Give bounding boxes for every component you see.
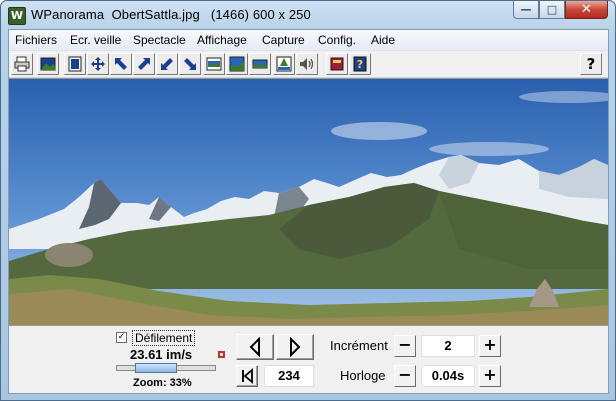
panorama-wide-icon[interactable]	[249, 53, 271, 75]
triangle-right-icon	[290, 337, 301, 357]
title-bar[interactable]: W WPanorama ObertSattla.jpg (1466) 600 x…	[1, 1, 615, 28]
menu-affichage[interactable]: Affichage	[197, 33, 247, 47]
svg-text:?: ?	[357, 58, 363, 71]
help-button[interactable]: ?	[580, 53, 602, 75]
zoom-slider[interactable]	[116, 363, 216, 373]
menu-spectacle[interactable]: Spectacle	[133, 33, 186, 47]
frame-number-field[interactable]: 234	[264, 365, 314, 387]
scroll-left-button[interactable]	[236, 334, 274, 360]
control-panel: ✓ Défilement 23.61 im/s Zoom: 33% 234 In…	[9, 327, 608, 393]
close-button[interactable]: ✕	[565, 1, 608, 19]
arrow-upleft-icon[interactable]	[110, 53, 132, 75]
scroll-checkbox[interactable]: ✓	[116, 332, 127, 343]
minimize-button[interactable]: —	[513, 1, 539, 19]
speed-indicator-icon	[218, 351, 225, 358]
first-frame-button[interactable]	[236, 365, 258, 387]
scroll-checkbox-label[interactable]: Défilement	[132, 330, 196, 346]
caption-buttons: — □ ✕	[513, 1, 608, 21]
increment-field[interactable]: 2	[421, 335, 475, 357]
panorama-strip-icon[interactable]	[203, 53, 225, 75]
panorama-top-icon[interactable]	[273, 53, 295, 75]
menu-ecran-veille[interactable]: Ecr. veille	[70, 33, 121, 47]
move-all-icon[interactable]	[87, 53, 109, 75]
panorama-view[interactable]	[9, 78, 608, 326]
scroll-speed: 23.61 im/s	[130, 347, 193, 362]
menu-fichiers[interactable]: Fichiers	[15, 33, 57, 47]
zoom-slider-thumb[interactable]	[135, 363, 177, 373]
zoom-label: Zoom: 33%	[133, 377, 192, 389]
clock-minus-button[interactable]: −	[394, 365, 416, 387]
maximize-button[interactable]: □	[539, 1, 565, 19]
picture-icon[interactable]	[37, 53, 59, 75]
skip-to-start-icon	[242, 368, 253, 384]
increment-minus-button[interactable]: −	[394, 335, 416, 357]
menu-capture[interactable]: Capture	[262, 33, 305, 47]
triangle-left-icon	[249, 337, 260, 357]
clock-label: Horloge	[340, 368, 386, 383]
panorama-fill-icon[interactable]	[226, 53, 248, 75]
clock-plus-button[interactable]: +	[479, 365, 501, 387]
scroll-right-button[interactable]	[276, 334, 314, 360]
sound-icon[interactable]	[296, 53, 318, 75]
increment-label: Incrément	[330, 338, 388, 353]
print-icon[interactable]	[11, 53, 33, 75]
client-area: Fichiers Ecr. veille Spectacle Affichage…	[8, 29, 609, 394]
menu-bar: Fichiers Ecr. veille Spectacle Affichage…	[9, 30, 608, 51]
help-book-icon[interactable]: ?	[349, 53, 371, 75]
wpanorama-app-icon[interactable]: W	[8, 7, 26, 25]
toolbar: ? ?	[9, 51, 608, 78]
menu-config[interactable]: Config.	[318, 33, 356, 47]
increment-plus-button[interactable]: +	[479, 335, 501, 357]
arrow-downleft-icon[interactable]	[156, 53, 178, 75]
arrow-downright-icon[interactable]	[179, 53, 201, 75]
clock-field[interactable]: 0.04s	[421, 365, 475, 387]
window-title: WPanorama ObertSattla.jpg (1466) 600 x 2…	[31, 7, 311, 22]
fit-frame-icon[interactable]	[64, 53, 86, 75]
arrow-upright-icon[interactable]	[133, 53, 155, 75]
menu-aide[interactable]: Aide	[371, 33, 395, 47]
app-window: W WPanorama ObertSattla.jpg (1466) 600 x…	[0, 0, 616, 401]
panorama-image	[9, 79, 608, 325]
book-icon[interactable]	[326, 53, 348, 75]
